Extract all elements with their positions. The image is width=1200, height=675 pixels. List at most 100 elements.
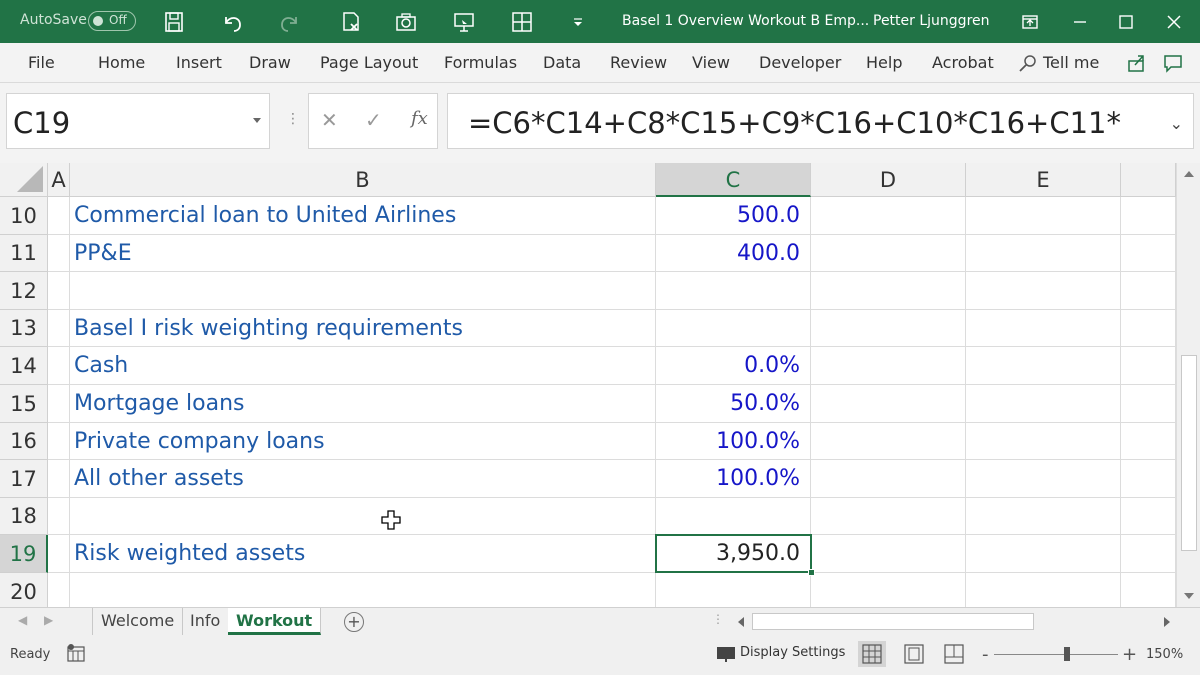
splitter-handle[interactable]: ⋮ (286, 111, 300, 127)
cell-d20[interactable] (811, 573, 966, 611)
cell-c18[interactable] (656, 498, 811, 535)
cell-c11[interactable]: 400.0 (656, 235, 811, 272)
add-sheet-icon[interactable]: + (344, 612, 364, 632)
scroll-right-icon[interactable] (1164, 617, 1170, 627)
page-layout-view-button[interactable] (900, 641, 928, 667)
expand-formula-icon[interactable]: ⌄ (1170, 114, 1183, 133)
column-header-b[interactable]: B (70, 163, 656, 197)
tab-page-layout[interactable]: Page Layout (320, 53, 418, 72)
column-header-f[interactable] (1121, 163, 1176, 197)
cancel-icon[interactable]: ✕ (321, 108, 338, 132)
cell-b15[interactable]: Mortgage loans (70, 385, 656, 423)
cell-d16[interactable] (811, 423, 966, 460)
cell-f17[interactable] (1121, 460, 1176, 498)
cell-e11[interactable] (966, 235, 1121, 272)
maximize-icon[interactable] (1112, 8, 1140, 36)
cell-e15[interactable] (966, 385, 1121, 423)
sheet-tab-welcome[interactable]: Welcome (92, 608, 184, 635)
cell-d15[interactable] (811, 385, 966, 423)
tab-developer[interactable]: Developer (759, 53, 841, 72)
cell-a11[interactable] (48, 235, 70, 272)
cell-d17[interactable] (811, 460, 966, 498)
share-icon[interactable] (1124, 50, 1150, 76)
cell-c12[interactable] (656, 272, 811, 310)
clear-format-icon[interactable] (336, 8, 364, 36)
cell-d10[interactable] (811, 197, 966, 235)
row-header[interactable]: 14 (0, 347, 48, 385)
column-header-e[interactable]: E (966, 163, 1121, 197)
cell-b12[interactable] (70, 272, 656, 310)
cell-e10[interactable] (966, 197, 1121, 235)
zoom-slider-thumb[interactable] (1064, 647, 1070, 661)
cell-c10[interactable]: 500.0 (656, 197, 811, 235)
next-sheet-icon[interactable]: ▶ (44, 613, 53, 627)
cell-d11[interactable] (811, 235, 966, 272)
prev-sheet-icon[interactable]: ◀ (18, 613, 27, 627)
row-header[interactable]: 16 (0, 423, 48, 460)
tab-view[interactable]: View (692, 53, 730, 72)
minimize-icon[interactable] (1066, 8, 1094, 36)
cell-f10[interactable] (1121, 197, 1176, 235)
tab-tell-me[interactable]: Tell me (1043, 53, 1099, 72)
cell-a16[interactable] (48, 423, 70, 460)
cell-a18[interactable] (48, 498, 70, 535)
cell-a14[interactable] (48, 347, 70, 385)
borders-icon[interactable] (508, 8, 536, 36)
worksheet-grid[interactable]: A B C D E 10 Commercial loan to United Ai… (0, 163, 1176, 611)
scroll-down-icon[interactable] (1184, 593, 1194, 599)
cell-f20[interactable] (1121, 573, 1176, 611)
presentation-icon[interactable] (450, 8, 478, 36)
cell-c13[interactable] (656, 310, 811, 347)
formula-input[interactable]: =C6*C14+C8*C15+C9*C16+C10*C16+C11* ⌄ (447, 93, 1194, 149)
cell-b14[interactable]: Cash (70, 347, 656, 385)
chevron-down-icon[interactable] (253, 118, 261, 123)
tab-help[interactable]: Help (866, 53, 902, 72)
cell-a15[interactable] (48, 385, 70, 423)
cell-e16[interactable] (966, 423, 1121, 460)
tab-draw[interactable]: Draw (249, 53, 291, 72)
close-icon[interactable] (1160, 8, 1188, 36)
cell-c17[interactable]: 100.0% (656, 460, 811, 498)
cell-b18[interactable] (70, 498, 656, 535)
row-header[interactable]: 18 (0, 498, 48, 535)
row-header[interactable]: 17 (0, 460, 48, 498)
row-header[interactable]: 11 (0, 235, 48, 272)
cell-b20[interactable] (70, 573, 656, 611)
autosave-toggle[interactable]: Off (88, 11, 136, 31)
cell-c20[interactable] (656, 573, 811, 611)
scroll-up-icon[interactable] (1184, 171, 1194, 177)
save-icon[interactable] (160, 8, 188, 36)
row-header[interactable]: 10 (0, 197, 48, 235)
column-header-a[interactable]: A (48, 163, 70, 197)
cell-d19[interactable] (811, 535, 966, 573)
cell-b13[interactable]: Basel I risk weighting requirements (70, 310, 656, 347)
row-header[interactable]: 13 (0, 310, 48, 347)
cell-d12[interactable] (811, 272, 966, 310)
cell-f11[interactable] (1121, 235, 1176, 272)
tab-review[interactable]: Review (610, 53, 667, 72)
horizontal-scrollbar[interactable] (732, 611, 1176, 632)
cell-b16[interactable]: Private company loans (70, 423, 656, 460)
camera-icon[interactable] (392, 8, 420, 36)
cell-e12[interactable] (966, 272, 1121, 310)
cell-b17[interactable]: All other assets (70, 460, 656, 498)
horizontal-scroll-thumb[interactable] (752, 613, 1034, 630)
cell-a12[interactable] (48, 272, 70, 310)
column-header-d[interactable]: D (811, 163, 966, 197)
cell-b11[interactable]: PP&E (70, 235, 656, 272)
tab-formulas[interactable]: Formulas (444, 53, 517, 72)
enter-icon[interactable]: ✓ (365, 108, 382, 132)
zoom-out-button[interactable]: - (982, 644, 989, 665)
fill-handle[interactable] (808, 569, 815, 576)
row-header[interactable]: 15 (0, 385, 48, 423)
page-break-view-button[interactable] (940, 641, 968, 667)
cell-f18[interactable] (1121, 498, 1176, 535)
display-settings-label[interactable]: Display Settings (740, 645, 845, 660)
cell-c15[interactable]: 50.0% (656, 385, 811, 423)
user-name[interactable]: Petter Ljunggren (873, 13, 990, 29)
ribbon-display-icon[interactable] (1016, 8, 1044, 36)
zoom-in-button[interactable]: + (1122, 644, 1137, 665)
row-header[interactable]: 19 (0, 535, 48, 573)
cell-b10[interactable]: Commercial loan to United Airlines (70, 197, 656, 235)
cell-f13[interactable] (1121, 310, 1176, 347)
